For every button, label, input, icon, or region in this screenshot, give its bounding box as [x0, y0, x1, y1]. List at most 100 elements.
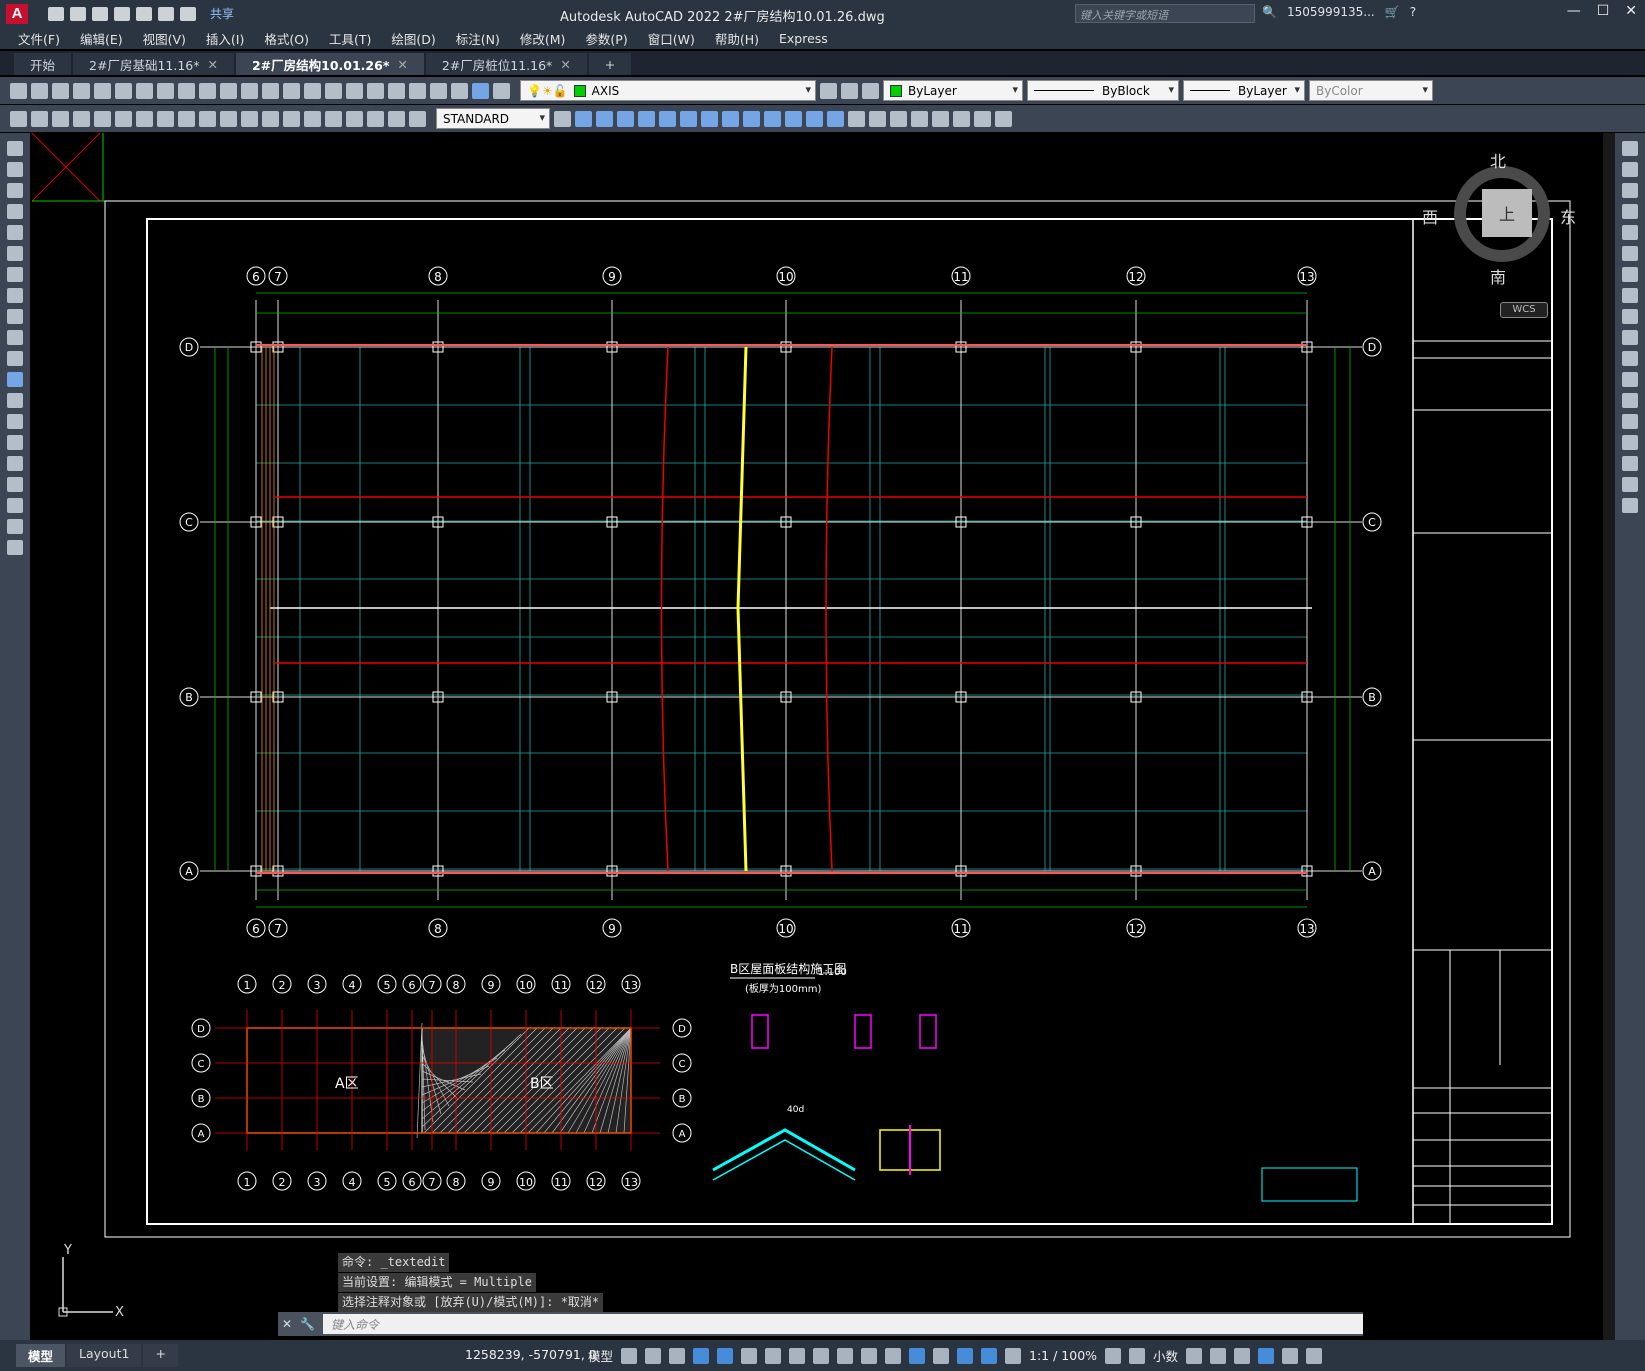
tab-foundation[interactable]: 2#厂房基础11.16* ✕ — [73, 53, 234, 75]
close-icon[interactable]: ✕ — [207, 57, 217, 72]
dynamic-input-icon[interactable] — [693, 1347, 710, 1364]
calculator-icon[interactable] — [451, 82, 468, 99]
viewcube[interactable]: 上 北 南 西 东 — [1422, 144, 1576, 294]
menu-draw[interactable]: 绘图(D) — [391, 29, 435, 48]
layer-dropdown[interactable]: 💡☀🔓 AXIS — [520, 80, 816, 101]
design-center-icon[interactable] — [367, 82, 384, 99]
polygon-icon[interactable] — [7, 204, 23, 219]
extend-icon[interactable] — [1622, 351, 1638, 366]
quick-props-icon[interactable] — [1186, 1347, 1203, 1364]
undo-icon[interactable] — [158, 6, 174, 21]
menu-express[interactable]: Express — [779, 31, 828, 46]
command-input[interactable]: 键入命令 — [323, 1314, 1363, 1334]
save-icon[interactable] — [92, 6, 108, 21]
inspect-icon[interactable] — [325, 110, 342, 127]
scale-icon[interactable] — [1622, 288, 1638, 303]
solid-torus-icon[interactable] — [953, 110, 970, 127]
layer-state-icon[interactable] — [862, 82, 879, 99]
user-account[interactable]: 1505999135... — [1287, 5, 1375, 19]
ucs-zaxis-icon[interactable] — [722, 110, 739, 127]
compass-north[interactable]: 北 — [1490, 148, 1506, 172]
hatch-icon[interactable] — [7, 435, 23, 450]
gear-icon[interactable] — [1105, 1347, 1122, 1364]
copy-object-icon[interactable] — [1622, 162, 1638, 177]
menu-edit[interactable]: 编辑(E) — [80, 29, 123, 48]
new-icon[interactable] — [10, 82, 27, 99]
arc-length-icon[interactable] — [52, 110, 69, 127]
dynamic-ucs-icon[interactable] — [933, 1347, 950, 1364]
publish-icon[interactable] — [115, 82, 132, 99]
solid-extrude-icon[interactable] — [974, 110, 991, 127]
stretch-icon[interactable] — [1622, 309, 1638, 324]
ellipse-arc-icon[interactable] — [7, 351, 23, 366]
compass-south[interactable]: 南 — [1490, 264, 1506, 288]
snap-icon[interactable] — [645, 1347, 662, 1364]
mirror-icon[interactable] — [1622, 183, 1638, 198]
plot-icon[interactable] — [136, 6, 152, 21]
open-icon[interactable] — [31, 82, 48, 99]
tab-structure[interactable]: 2#厂房结构10.01.26* ✕ — [235, 53, 424, 75]
solid-cyl-icon[interactable] — [932, 110, 949, 127]
isolate-icon[interactable] — [1234, 1347, 1251, 1364]
ucs-object-icon[interactable] — [659, 110, 676, 127]
compass-east[interactable]: 东 — [1560, 204, 1576, 228]
baseline-icon[interactable] — [199, 110, 216, 127]
dim-update-icon[interactable] — [409, 110, 426, 127]
ucs-icon[interactable] — [575, 110, 592, 127]
selection-filter-icon[interactable] — [957, 1347, 974, 1364]
redo-icon[interactable] — [180, 6, 196, 21]
polyline-icon[interactable] — [7, 183, 23, 198]
solid-box-icon[interactable] — [848, 110, 865, 127]
continue-icon[interactable] — [220, 110, 237, 127]
space-icon[interactable] — [241, 110, 258, 127]
revcloud-icon[interactable] — [7, 288, 23, 303]
match-prop-icon[interactable] — [199, 82, 216, 99]
ucs-face-icon[interactable] — [638, 110, 655, 127]
insert-block-icon[interactable] — [7, 372, 23, 387]
tab-layout1[interactable]: Layout1 — [67, 1344, 142, 1367]
move-icon[interactable] — [1622, 246, 1638, 261]
linear-dim-icon[interactable] — [10, 110, 27, 127]
table-icon[interactable] — [7, 498, 23, 513]
solid-wedge-icon[interactable] — [869, 110, 886, 127]
array-icon[interactable] — [1622, 225, 1638, 240]
layer-previous-icon[interactable] — [841, 82, 858, 99]
customize-status-icon[interactable] — [1306, 1347, 1323, 1364]
jog-line-icon[interactable] — [346, 110, 363, 127]
hardware-accel-icon[interactable] — [1258, 1347, 1275, 1364]
trim-icon[interactable] — [1622, 330, 1638, 345]
ucs-view-icon[interactable] — [680, 110, 697, 127]
zoom-window-icon[interactable] — [304, 82, 321, 99]
autocad-logo-icon[interactable]: A — [6, 3, 28, 24]
copy-icon[interactable] — [157, 82, 174, 99]
blend-icon[interactable] — [1622, 477, 1638, 492]
menu-window[interactable]: 窗口(W) — [648, 29, 695, 48]
save-icon[interactable] — [52, 82, 69, 99]
add-selected-icon[interactable] — [7, 540, 23, 555]
tolerance-icon[interactable] — [283, 110, 300, 127]
close-icon[interactable]: ✕ — [560, 57, 570, 72]
quick-dim-icon[interactable] — [178, 110, 195, 127]
coordinate-readout[interactable]: 1258239, -570791, 0 — [465, 1347, 597, 1362]
close-cmd-icon[interactable]: ✕ — [282, 1317, 292, 1331]
mtext-icon[interactable] — [7, 519, 23, 534]
annotation-visibility-icon[interactable] — [1005, 1347, 1022, 1364]
dimstyle-dropdown[interactable]: STANDARD — [436, 108, 550, 129]
join-icon[interactable] — [1622, 414, 1638, 429]
osnap-icon[interactable] — [813, 1347, 830, 1364]
close-button[interactable]: ✕ — [1625, 3, 1637, 19]
center-mark-icon[interactable] — [304, 110, 321, 127]
polar-icon[interactable] — [741, 1347, 758, 1364]
make-block-icon[interactable] — [7, 393, 23, 408]
menu-parametric[interactable]: 参数(P) — [585, 29, 627, 48]
break-icon[interactable] — [1622, 393, 1638, 408]
maximize-button[interactable]: ☐ — [1597, 3, 1610, 19]
cart-icon[interactable]: 🛒 — [1385, 5, 1400, 19]
search-icon[interactable]: 🔍 — [1262, 5, 1277, 19]
diameter-icon[interactable] — [136, 110, 153, 127]
spline-icon[interactable] — [7, 309, 23, 324]
ellipse-icon[interactable] — [7, 330, 23, 345]
break-icon[interactable] — [262, 110, 279, 127]
arc-icon[interactable] — [7, 246, 23, 261]
menu-help[interactable]: 帮助(H) — [715, 29, 759, 48]
